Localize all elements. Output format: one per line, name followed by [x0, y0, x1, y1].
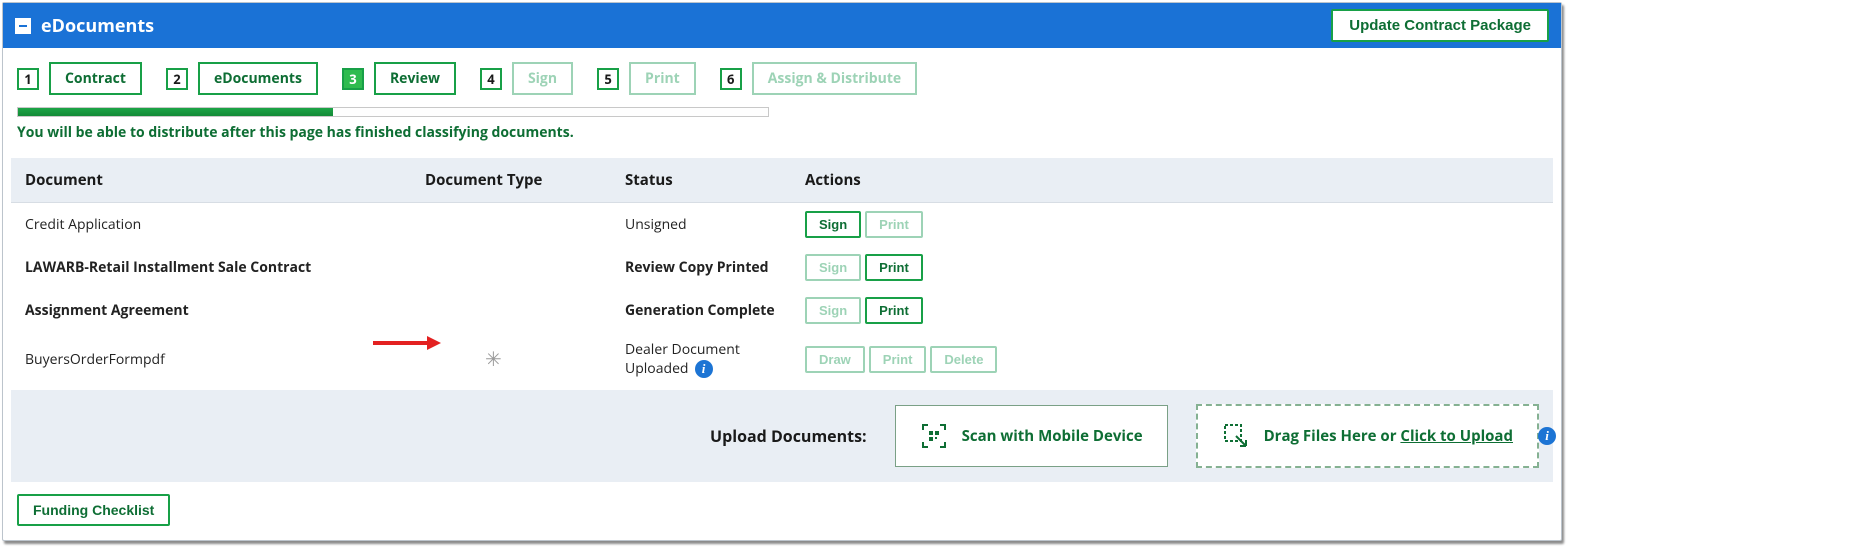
col-doctype: Document Type — [411, 158, 611, 203]
update-contract-package-button[interactable]: Update Contract Package — [1331, 9, 1549, 42]
panel-footer: Funding Checklist — [3, 482, 1561, 540]
doc-type — [411, 246, 611, 289]
panel-title: eDocuments — [41, 14, 154, 38]
step-num: 5 — [597, 68, 619, 90]
wizard-steps: 1 Contract 2 eDocuments 3 Review 4 Sign 5 Print 6A… — [3, 48, 1561, 99]
draw-button[interactable]: Draw — [805, 346, 865, 373]
step-label: Print — [629, 62, 696, 95]
edocuments-panel: eDocuments Update Contract Package 1 Cont… — [2, 2, 1562, 541]
col-document: Document — [11, 158, 411, 203]
step-6: 6 Assign & Distribute — [720, 62, 917, 95]
funding-checklist-button[interactable]: Funding Checklist — [17, 494, 170, 526]
step-label[interactable]: Contract — [49, 62, 142, 95]
step-num: 6 — [720, 68, 742, 90]
info-icon[interactable]: i — [695, 360, 713, 378]
print-button[interactable]: Print — [869, 346, 927, 373]
table-row: Credit ApplicationUnsignedSignPrint — [11, 203, 1553, 247]
doc-name: LAWARB-Retail Installment Sale Contract — [11, 246, 411, 289]
scan-mobile-label: Scan with Mobile Device — [962, 426, 1143, 446]
doc-actions: SignPrint — [791, 289, 1553, 332]
progress-bar — [17, 107, 769, 117]
print-button[interactable]: Print — [865, 254, 923, 281]
step-label[interactable]: eDocuments — [198, 62, 318, 95]
print-button[interactable]: Print — [865, 297, 923, 324]
doc-actions: SignPrint — [791, 246, 1553, 289]
file-dropzone[interactable]: Drag Files Here or Click to Upload — [1196, 404, 1539, 468]
print-button[interactable]: Print — [865, 211, 923, 238]
sign-button[interactable]: Sign — [805, 297, 861, 324]
step-2[interactable]: 2 eDocuments — [166, 62, 318, 95]
doc-actions: SignPrint — [791, 203, 1553, 247]
step-num: 3 — [342, 68, 364, 90]
step-label[interactable]: Review — [374, 62, 456, 95]
loading-spinner-icon — [485, 347, 505, 367]
upload-info-icon[interactable]: i — [1538, 427, 1556, 445]
progress-fill — [18, 108, 333, 116]
doc-type — [411, 332, 611, 386]
progress-note: You will be able to distribute after thi… — [17, 123, 1547, 142]
step-num: 2 — [166, 68, 188, 90]
doc-actions: DrawPrintDelete — [791, 332, 1553, 386]
doc-status: Unsigned — [611, 203, 791, 247]
annotation-arrow-icon — [371, 334, 443, 352]
step-label: Assign & Distribute — [752, 62, 917, 95]
sign-button[interactable]: Sign — [805, 211, 861, 238]
step-label: Sign — [512, 62, 573, 95]
step-1[interactable]: 1 Contract — [17, 62, 142, 95]
qr-icon — [920, 422, 948, 450]
drop-icon — [1222, 422, 1250, 450]
col-status: Status — [611, 158, 791, 203]
step-num: 1 — [17, 68, 39, 90]
step-3[interactable]: 3 Review — [342, 62, 456, 95]
doc-name: BuyersOrderFormpdf — [11, 332, 411, 386]
step-5: 5 Print — [597, 62, 696, 95]
doc-status: Review Copy Printed — [611, 246, 791, 289]
doc-status: Generation Complete — [611, 289, 791, 332]
step-num: 4 — [480, 68, 502, 90]
drop-label: Drag Files Here or Click to Upload — [1264, 426, 1513, 446]
table-row: BuyersOrderFormpdf Dealer Document Upload… — [11, 332, 1553, 386]
panel-header: eDocuments Update Contract Package — [3, 3, 1561, 48]
doc-type — [411, 203, 611, 247]
doc-name: Assignment Agreement — [11, 289, 411, 332]
delete-button[interactable]: Delete — [930, 346, 997, 373]
doc-status: Dealer Document Uploadedi — [611, 332, 791, 386]
documents-table: Document Document Type Status Actions Cr… — [11, 158, 1553, 386]
upload-strip: Upload Documents: Scan with Mobile Devic… — [11, 390, 1553, 482]
table-row: Assignment AgreementGeneration CompleteS… — [11, 289, 1553, 332]
collapse-icon[interactable] — [15, 18, 31, 34]
step-4: 4 Sign — [480, 62, 573, 95]
doc-type — [411, 289, 611, 332]
upload-label: Upload Documents: — [710, 425, 867, 447]
sign-button[interactable]: Sign — [805, 254, 861, 281]
table-row: LAWARB-Retail Installment Sale Contract R… — [11, 246, 1553, 289]
doc-name: Credit Application — [11, 203, 411, 247]
scan-mobile-button[interactable]: Scan with Mobile Device — [895, 405, 1168, 467]
col-actions: Actions — [791, 158, 1553, 203]
